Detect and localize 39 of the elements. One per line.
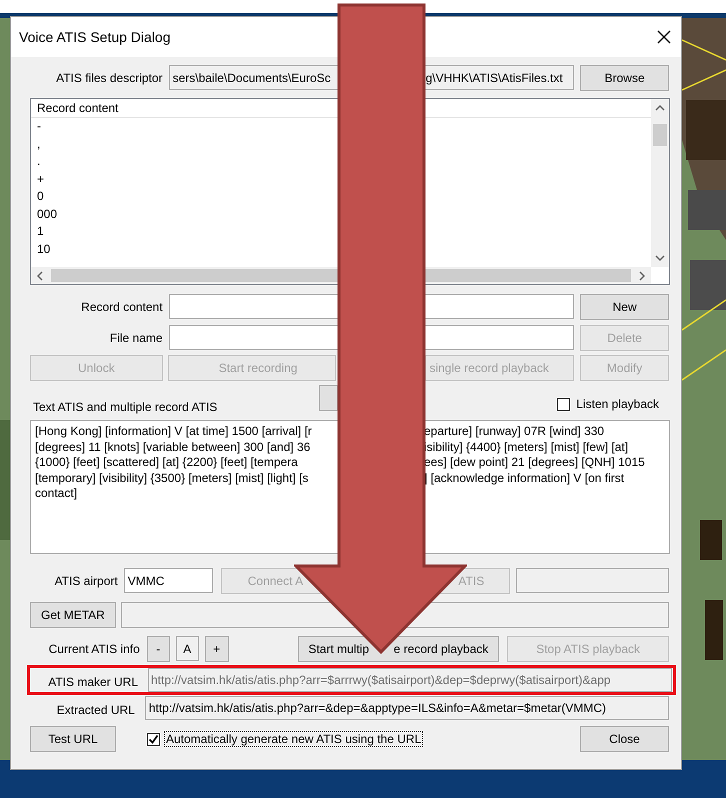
field-label: ATIS files descriptor bbox=[55, 70, 164, 84]
test-url-button[interactable]: Test URL bbox=[30, 726, 116, 752]
field-label: ATIS airport bbox=[54, 574, 119, 588]
letter-field: A bbox=[176, 636, 199, 661]
get-metar-button[interactable]: Get METAR bbox=[30, 602, 116, 628]
chevron-left-icon[interactable] bbox=[35, 271, 45, 281]
list-item[interactable]: 000 bbox=[37, 206, 58, 223]
chevron-right-icon[interactable] bbox=[637, 271, 647, 281]
new-button[interactable]: New bbox=[580, 294, 669, 320]
list-item[interactable]: 10 bbox=[37, 240, 50, 258]
list-item[interactable]: 0 bbox=[37, 188, 44, 206]
field-label: ATIS maker URL bbox=[47, 674, 139, 689]
checkbox[interactable] bbox=[557, 398, 570, 410]
scroll-thumb[interactable] bbox=[653, 124, 667, 146]
field-label: Extracted URL bbox=[56, 702, 136, 717]
close-button[interactable]: Close bbox=[580, 726, 669, 752]
checkbox-label[interactable]: Automatically generate new ATIS using the URL bbox=[164, 731, 424, 747]
chevron-down-icon[interactable] bbox=[655, 253, 665, 263]
column-header[interactable]: Record content bbox=[37, 101, 118, 115]
field-label: Current ATIS info bbox=[48, 642, 141, 656]
chevron-up-icon[interactable] bbox=[655, 103, 665, 113]
list-item[interactable]: + bbox=[37, 170, 44, 188]
field-label: Record content bbox=[80, 300, 164, 314]
airport-field[interactable]: VMMC bbox=[124, 568, 214, 593]
extracted-url-field[interactable]: http://vatsim.hk/atis/atis.php?arr=&dep=&apptype=ILS&info=A&metar=$metar(VMMC) bbox=[144, 696, 669, 720]
field-label: File name bbox=[108, 330, 164, 344]
window-title: Voice ATIS Setup Dialog bbox=[19, 29, 170, 45]
checkbox[interactable] bbox=[147, 732, 160, 746]
checkbox-label[interactable]: Listen playback bbox=[576, 397, 659, 411]
start-playback-button[interactable]: Start multip e record playback bbox=[298, 636, 500, 662]
increment-button[interactable]: + bbox=[204, 636, 229, 662]
decrement-button[interactable]: - bbox=[146, 636, 170, 662]
close-icon[interactable] bbox=[657, 30, 671, 44]
list-item[interactable]: 1 bbox=[37, 223, 44, 240]
list-item[interactable]: - bbox=[37, 118, 41, 136]
browse-button[interactable]: Browse bbox=[580, 64, 669, 90]
blank-button[interactable] bbox=[319, 385, 338, 411]
vertical-scrollbar[interactable] bbox=[651, 99, 669, 267]
section-label: Text ATIS and multiple record ATIS bbox=[32, 400, 218, 415]
